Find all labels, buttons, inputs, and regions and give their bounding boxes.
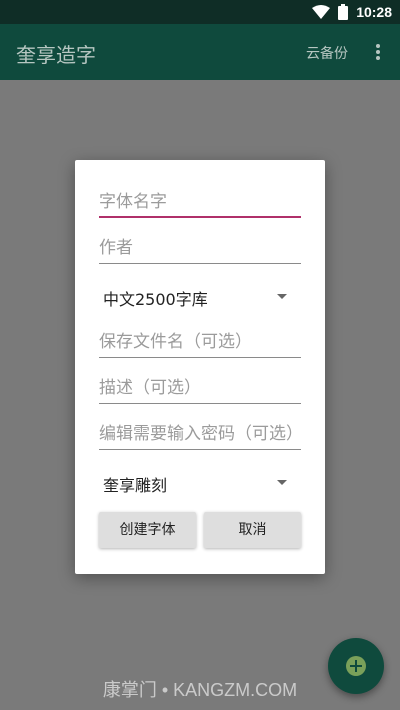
status-bar: 10:28 [0, 0, 400, 24]
create-font-button[interactable]: 创建字体 [99, 512, 196, 548]
create-font-dialog: 字体名字 作者 中文2500字库 保存文件名（可选） 描述（可选） 编辑需要输入… [75, 160, 325, 574]
style-value: 奎享雕刻 [103, 476, 168, 495]
font-name-field[interactable]: 字体名字 [99, 186, 301, 218]
status-time: 10:28 [356, 4, 392, 20]
description-placeholder: 描述（可选） [99, 378, 201, 398]
filename-placeholder: 保存文件名（可选） [99, 332, 252, 352]
charset-value: 中文2500字库 [103, 290, 208, 309]
cancel-button[interactable]: 取消 [204, 512, 301, 548]
password-placeholder: 编辑需要输入密码（可选） [99, 424, 303, 444]
password-field[interactable]: 编辑需要输入密码（可选） [99, 418, 303, 450]
font-name-placeholder: 字体名字 [99, 192, 167, 212]
more-vert-icon[interactable] [370, 42, 386, 62]
filename-field[interactable]: 保存文件名（可选） [99, 326, 301, 358]
author-placeholder: 作者 [99, 238, 133, 258]
style-select[interactable]: 奎享雕刻 [99, 466, 301, 498]
charset-select[interactable]: 中文2500字库 [99, 280, 301, 312]
cloud-backup-button[interactable]: 云备份 [306, 43, 348, 63]
dropdown-caret-icon [277, 294, 287, 299]
dropdown-caret-icon [277, 480, 287, 485]
wifi-icon [312, 5, 331, 19]
app-title: 奎享造字 [16, 43, 96, 67]
description-field[interactable]: 描述（可选） [99, 372, 301, 404]
add-icon [346, 656, 366, 676]
author-field[interactable]: 作者 [99, 232, 301, 264]
watermark: 康掌门 • KANGZM.COM [102, 680, 298, 700]
app-bar: 奎享造字 云备份 [0, 24, 400, 80]
battery-icon [338, 4, 349, 20]
